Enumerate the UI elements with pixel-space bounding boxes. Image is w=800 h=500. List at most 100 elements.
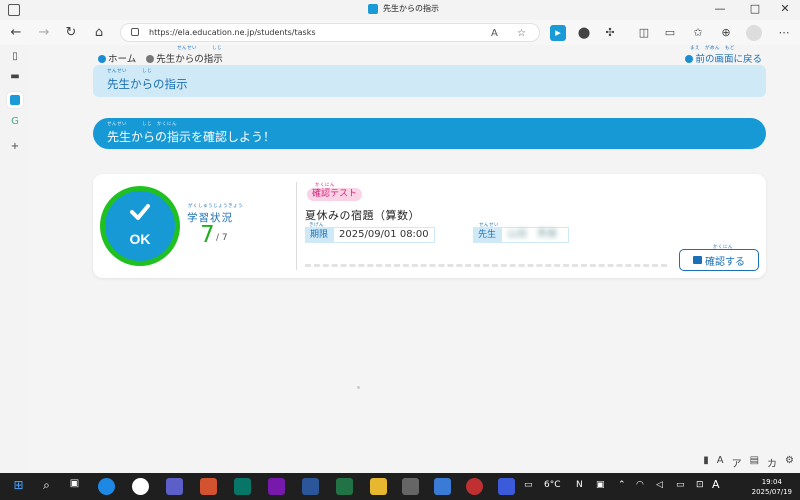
status-ruby: がくしゅうじょうきょう: [188, 204, 243, 209]
extension-2-icon[interactable]: ⬤: [576, 25, 592, 41]
word-icon[interactable]: [302, 478, 319, 495]
status-ok-text: OK: [129, 231, 151, 247]
close-button[interactable]: ✕: [770, 2, 800, 15]
tray-extra-icon[interactable]: ⊡: [696, 480, 704, 490]
loading-dot: [357, 386, 360, 389]
collections-icon[interactable]: ⊕: [718, 25, 734, 41]
onenote-icon[interactable]: [268, 478, 285, 495]
maximize-button[interactable]: □: [740, 2, 770, 15]
instruction-text: 先生からの指示を確認しよう！: [107, 130, 276, 144]
clock-date: 2025/07/19: [751, 488, 792, 496]
address-bar-row: ← → ↻ ⌂ https://ela.education.ne.jp/stud…: [0, 20, 800, 45]
teacher-name-text: 山田 秀樹: [507, 229, 558, 240]
wifi-icon[interactable]: ◠: [636, 480, 644, 490]
tab-actions-icon[interactable]: [8, 4, 20, 16]
tray-icon[interactable]: ▣: [596, 480, 605, 490]
breadcrumb-home[interactable]: ホーム: [98, 51, 136, 65]
sidebar-tab-1-icon[interactable]: ▬: [7, 69, 23, 85]
window-title-text: 先生からの指示: [383, 4, 439, 13]
task-title: 夏休みの宿題（算数）: [305, 209, 420, 222]
home-icon[interactable]: ⌂: [90, 24, 108, 42]
puzzle-icon[interactable]: ✣: [602, 25, 618, 41]
teacher-name: 山田 秀樹: [501, 227, 570, 243]
camera-icon[interactable]: [402, 478, 419, 495]
publisher-icon[interactable]: [234, 478, 251, 495]
page-header: せんせい しじ 先生からの指示: [93, 65, 766, 97]
cast-icon[interactable]: ▭: [662, 25, 678, 41]
split-screen-icon[interactable]: ◫: [636, 25, 652, 41]
kana-icon[interactable]: カ: [767, 455, 777, 470]
book-icon: [693, 256, 702, 264]
favorite-star-icon[interactable]: ☆: [517, 25, 526, 42]
play-icon: [98, 55, 106, 63]
photos-icon[interactable]: [434, 478, 451, 495]
weather-icon[interactable]: ▭: [524, 480, 533, 490]
file-explorer-icon[interactable]: [370, 478, 387, 495]
minimize-button[interactable]: —: [705, 2, 735, 15]
total-value: 7: [221, 233, 228, 243]
dashed-separator: [305, 264, 667, 267]
tab-panel-icon[interactable]: ▯: [7, 49, 23, 65]
status-circle: OK: [105, 191, 175, 261]
sidebar-tab-active-icon[interactable]: [7, 92, 23, 108]
refresh-icon[interactable]: ↻: [62, 24, 80, 42]
app-icon[interactable]: [466, 478, 483, 495]
favorites-icon[interactable]: ✩: [690, 25, 706, 41]
font-size-icon[interactable]: A: [717, 455, 724, 470]
back-icon[interactable]: ←: [7, 24, 25, 42]
confirm-button[interactable]: 確認する: [679, 249, 759, 271]
deadline-row: 期限 2025/09/01 08:00: [305, 227, 435, 243]
title-ruby: せんせい しじ: [107, 69, 152, 74]
weather-temp[interactable]: 6°C: [544, 480, 561, 490]
instruction-banner: せんせい しじ かくにん 先生からの指示を確認しよう！: [93, 118, 766, 149]
ime-indicator[interactable]: A: [712, 478, 720, 491]
teams-icon[interactable]: [166, 478, 183, 495]
ruby-toggle-icon[interactable]: ア: [732, 455, 742, 470]
volume-icon[interactable]: ◁: [656, 480, 663, 490]
reading-toolbar: ▮ A ア ▤ カ ⚙: [703, 455, 794, 470]
page-title: 先生からの指示: [107, 77, 188, 91]
breadcrumb-current[interactable]: 先生からの指示: [146, 51, 223, 65]
windows-start-icon[interactable]: ⊞: [10, 478, 27, 495]
instruction-ruby: せんせい しじ かくにん: [107, 122, 177, 127]
back-link-label: 前の画面に戻る: [695, 54, 762, 65]
check-icon: [130, 204, 150, 220]
search-icon[interactable]: ⌕: [38, 478, 55, 495]
total-count: / 7: [216, 233, 228, 243]
app-2-icon[interactable]: [498, 478, 515, 495]
window-title: 先生からの指示: [368, 3, 439, 14]
status-ring: OK: [100, 186, 180, 266]
profile-icon[interactable]: [746, 25, 762, 41]
task-card: OK がくしゅうじょうきょう 学習状況 7 / 7 かくにん 確認テスト 夏休み…: [93, 174, 766, 278]
toolbar-divider-icon: ▮: [703, 455, 709, 466]
divider: [296, 182, 297, 270]
excel-icon[interactable]: [336, 478, 353, 495]
powerpoint-icon[interactable]: [200, 478, 217, 495]
taskbar: ⊞ ⌕ ▣ ▭ 6°C N ▣ ⌃ ◠ ◁ ▭ ⊡ A 19:04 2025/0…: [0, 473, 800, 500]
back-link[interactable]: 前の画面に戻る: [685, 51, 762, 65]
sidebar-tab-google-icon[interactable]: G: [7, 114, 23, 130]
more-menu-icon[interactable]: ⋯: [776, 25, 792, 41]
clock-time: 19:04: [761, 478, 782, 486]
lock-icon: [131, 28, 139, 36]
breadcrumb-current-label: 先生からの指示: [156, 54, 223, 65]
extension-icon[interactable]: ▸: [550, 25, 566, 41]
new-tab-icon[interactable]: +: [7, 139, 23, 155]
confirm-button-label: 確認する: [705, 256, 745, 268]
reader-icon[interactable]: ▤: [750, 455, 759, 470]
chrome-icon[interactable]: [132, 478, 149, 495]
read-aloud-icon[interactable]: A: [491, 25, 498, 42]
chevron-up-icon[interactable]: ⌃: [618, 480, 626, 490]
title-bar: 先生からの指示 — □ ✕: [0, 0, 800, 20]
clock[interactable]: 19:04 2025/07/19: [752, 477, 792, 497]
url-field[interactable]: https://ela.education.ne.jp/students/tas…: [120, 23, 540, 42]
teacher-row: 先生 山田 秀樹: [473, 227, 570, 243]
battery-icon[interactable]: ▭: [676, 480, 685, 490]
settings-gear-icon[interactable]: ⚙: [785, 455, 794, 470]
edge-browser-icon[interactable]: [98, 478, 115, 495]
done-count: 7: [200, 222, 215, 248]
onenote-tray-icon[interactable]: N: [576, 480, 583, 490]
page-content: せんせい しじ ホーム 先生からの指示 まえ がめん もど 前の画面に戻る せん…: [30, 45, 800, 473]
forward-icon[interactable]: →: [35, 24, 53, 42]
task-view-icon[interactable]: ▣: [66, 478, 83, 495]
